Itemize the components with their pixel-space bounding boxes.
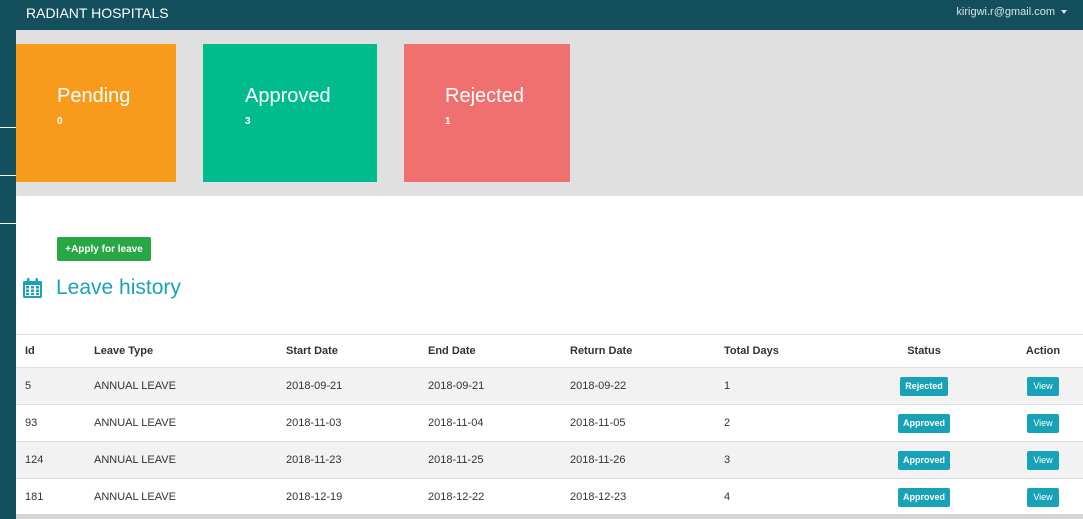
col-header-return-date: Return Date bbox=[570, 345, 633, 357]
rejected-label: Rejected bbox=[445, 85, 524, 107]
apply-for-leave-button[interactable]: +Apply for leave bbox=[57, 237, 151, 261]
view-button[interactable]: View bbox=[1027, 376, 1059, 396]
sidebar bbox=[0, 30, 16, 519]
col-header-end-date: End Date bbox=[428, 345, 476, 357]
cell-end-date: 2018-09-21 bbox=[428, 380, 485, 392]
rejected-card[interactable]: Rejected 1 bbox=[404, 44, 570, 182]
leave-history-table: Id Leave Type Start Date End Date Return… bbox=[16, 334, 1083, 515]
cell-action: View bbox=[1013, 368, 1073, 404]
cell-start-date: 2018-12-19 bbox=[286, 491, 343, 503]
cell-total-days: 4 bbox=[724, 491, 731, 503]
cell-total-days: 3 bbox=[724, 454, 731, 466]
pending-label: Pending bbox=[57, 85, 131, 107]
status-badge: Approved bbox=[897, 487, 950, 507]
col-header-start-date: Start Date bbox=[286, 345, 338, 357]
cell-action: View bbox=[1013, 405, 1073, 441]
view-button[interactable]: View bbox=[1027, 487, 1059, 507]
cell-return-date: 2018-09-22 bbox=[570, 380, 627, 392]
cell-end-date: 2018-11-04 bbox=[428, 417, 484, 429]
view-button[interactable]: View bbox=[1027, 413, 1059, 433]
cell-start-date: 2018-11-23 bbox=[286, 454, 342, 466]
leave-history-heading: Leave history bbox=[23, 275, 181, 301]
cell-id: 5 bbox=[25, 380, 32, 392]
cell-leave-type: ANNUAL LEAVE bbox=[94, 380, 176, 392]
horizontal-scrollbar[interactable] bbox=[16, 514, 1083, 519]
cell-return-date: 2018-11-26 bbox=[570, 454, 626, 466]
cell-action: View bbox=[1013, 442, 1073, 478]
calendar-icon bbox=[23, 278, 42, 298]
status-badge: Approved bbox=[897, 450, 950, 470]
status-badge: Approved bbox=[897, 413, 950, 433]
cell-start-date: 2018-09-21 bbox=[286, 380, 343, 392]
brand-title[interactable]: RADIANT HOSPITALS bbox=[26, 5, 169, 21]
status-badge: Rejected bbox=[900, 376, 948, 396]
cell-total-days: 1 bbox=[724, 380, 731, 392]
sidebar-divider bbox=[0, 223, 16, 224]
top-navbar: RADIANT HOSPITALS kirigwi.r@gmail.com bbox=[0, 0, 1083, 30]
cell-status: Approved bbox=[874, 442, 974, 478]
sidebar-divider bbox=[0, 175, 16, 176]
cell-leave-type: ANNUAL LEAVE bbox=[94, 491, 176, 503]
page-title: Leave history bbox=[56, 276, 181, 299]
cell-return-date: 2018-11-05 bbox=[570, 417, 626, 429]
cell-total-days: 2 bbox=[724, 417, 731, 429]
col-header-total-days: Total Days bbox=[724, 345, 779, 357]
cell-end-date: 2018-12-22 bbox=[428, 491, 485, 503]
table-row: 93 ANNUAL LEAVE 2018-11-03 2018-11-04 20… bbox=[16, 404, 1083, 441]
caret-down-icon bbox=[1061, 10, 1067, 15]
cell-status: Rejected bbox=[874, 368, 974, 404]
table-row: 5 ANNUAL LEAVE 2018-09-21 2018-09-21 201… bbox=[16, 367, 1083, 404]
col-header-leave-type: Leave Type bbox=[94, 345, 154, 357]
approved-label: Approved bbox=[245, 85, 331, 107]
rejected-count: 1 bbox=[445, 116, 451, 127]
cell-start-date: 2018-11-03 bbox=[286, 417, 342, 429]
cell-status: Approved bbox=[874, 479, 974, 515]
sidebar-divider bbox=[0, 127, 16, 128]
table-row: 124 ANNUAL LEAVE 2018-11-23 2018-11-25 2… bbox=[16, 441, 1083, 478]
col-header-action: Action bbox=[1025, 345, 1061, 357]
cell-id: 93 bbox=[25, 417, 38, 429]
cell-end-date: 2018-11-25 bbox=[428, 454, 484, 466]
cell-action: View bbox=[1013, 479, 1073, 515]
cell-id: 181 bbox=[25, 491, 44, 503]
cell-leave-type: ANNUAL LEAVE bbox=[94, 417, 176, 429]
cell-id: 124 bbox=[25, 454, 44, 466]
col-header-id: Id bbox=[25, 345, 35, 357]
user-menu[interactable]: kirigwi.r@gmail.com bbox=[956, 6, 1067, 18]
cell-return-date: 2018-12-23 bbox=[570, 491, 627, 503]
view-button[interactable]: View bbox=[1027, 450, 1059, 470]
table-header-row: Id Leave Type Start Date End Date Return… bbox=[16, 335, 1083, 367]
pending-card[interactable]: Pending 0 bbox=[16, 44, 176, 182]
stats-panel: Pending 0 Approved 3 Rejected 1 bbox=[16, 30, 1083, 196]
col-header-status: Status bbox=[907, 345, 941, 357]
cell-leave-type: ANNUAL LEAVE bbox=[94, 454, 176, 466]
table-row: 181 ANNUAL LEAVE 2018-12-19 2018-12-22 2… bbox=[16, 478, 1083, 515]
approved-count: 3 bbox=[245, 116, 251, 127]
cell-status: Approved bbox=[874, 405, 974, 441]
pending-count: 0 bbox=[57, 116, 63, 127]
user-email: kirigwi.r@gmail.com bbox=[956, 6, 1055, 18]
approved-card[interactable]: Approved 3 bbox=[203, 44, 377, 182]
